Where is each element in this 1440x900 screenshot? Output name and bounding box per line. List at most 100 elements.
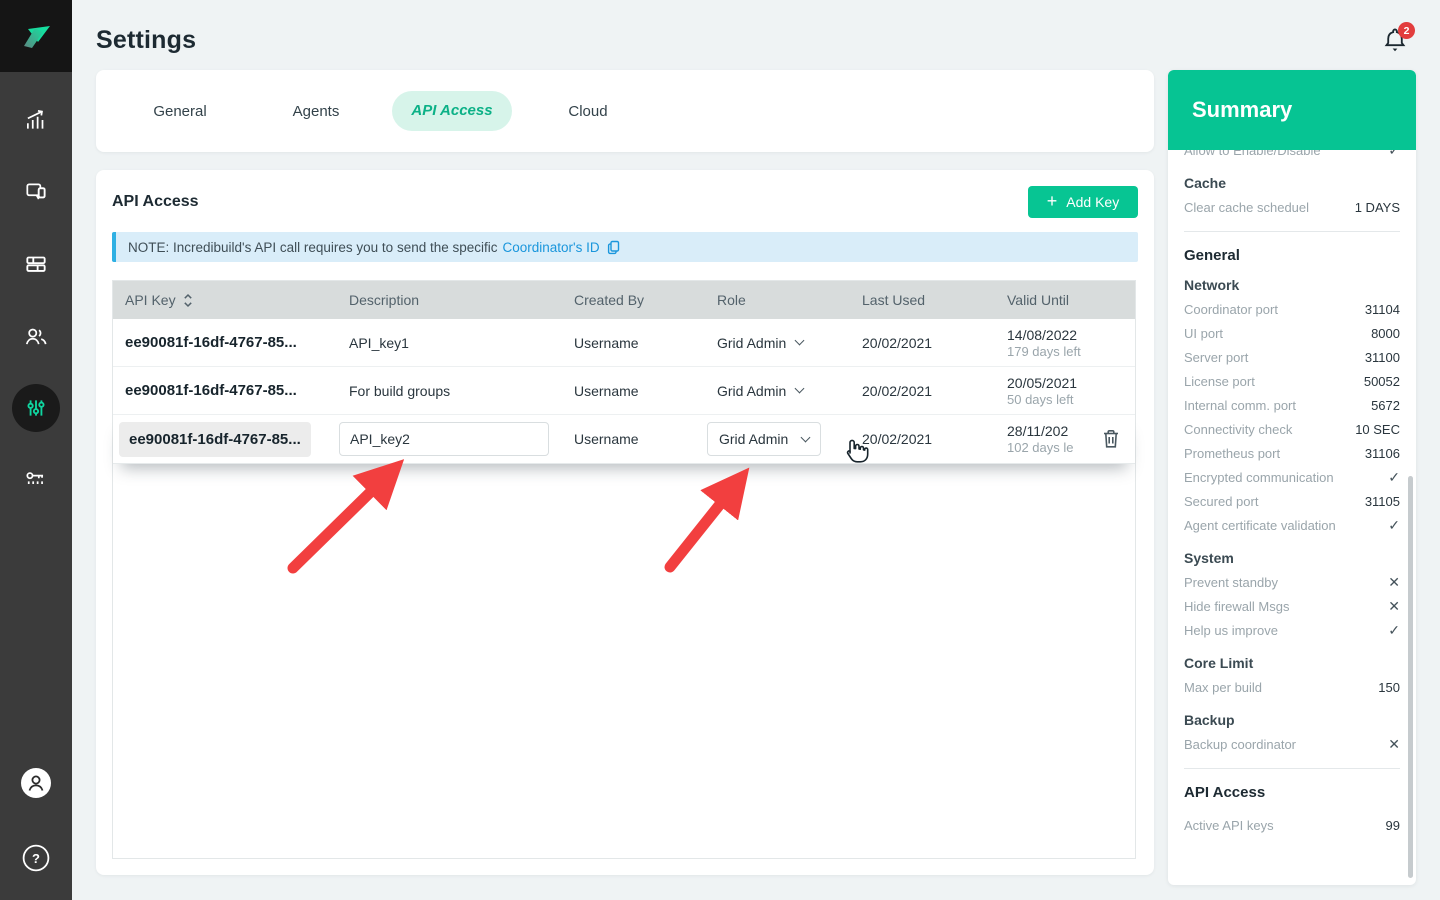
summary-group-title: Core Limit [1184,655,1400,671]
copy-icon[interactable] [606,239,621,255]
tab-general[interactable]: General [112,103,248,120]
summary-row-label: License port [1184,374,1255,389]
sidebar-item-settings[interactable] [12,384,60,432]
valid-until-cell: 20/05/2021 50 days left [1007,374,1135,408]
summary-row-label: Allow to Enable/Disable [1184,150,1321,158]
api-access-panel: API Access + Add Key NOTE: Incredibuild'… [96,170,1154,875]
table-row: ee90081f-16df-4767-85... API_key1 Userna… [113,319,1135,367]
summary-clipped-row: Allow to Enable/Disable✓ [1184,150,1400,162]
summary-row: Max per build150 [1184,675,1400,699]
summary-row: License port 50052 [1184,369,1400,393]
tab-cloud[interactable]: Cloud [520,103,656,120]
summary-row-label: Hide firewall Msgs [1184,599,1289,614]
summary-row-label: Agent certificate validation [1184,518,1336,533]
help-icon: ? [22,844,50,872]
summary-row-label: Active API keys [1184,818,1274,833]
role-dropdown[interactable]: Grid Admin [717,383,862,399]
description-cell: API_key1 [349,335,574,351]
summary-row-value: 8000 [1371,326,1400,341]
chevron-down-icon [795,384,805,394]
users-icon [23,323,49,349]
created-by-cell: Username [574,335,717,351]
builds-icon [23,251,49,277]
summary-group-title: Cache [1184,175,1400,191]
user-avatar[interactable] [20,767,52,804]
summary-row: Clear cache scheduel1 DAYS [1184,195,1400,219]
summary-row: Prometheus port31106 [1184,441,1400,465]
summary-section-title: API Access [1184,784,1400,801]
summary-row-label: Clear cache scheduel [1184,200,1309,215]
last-used-cell: 20/02/2021 [862,383,1007,399]
panel-header: API Access + Add Key [96,170,1154,218]
sidebar-nav [0,92,72,508]
cross-icon: ✕ [1388,574,1400,591]
column-api-key[interactable]: API Key [125,292,349,308]
sidebar-bottom: ? [0,767,72,890]
summary-title: Summary [1168,70,1416,150]
last-used-cell: 20/02/2021 [862,431,1007,447]
cross-icon: ✕ [1388,598,1400,615]
summary-row-value: 31100 [1365,350,1400,365]
summary-row-label: Help us improve [1184,623,1278,638]
chevron-down-icon [795,336,805,346]
summary-row: UI port 8000 [1184,321,1400,345]
summary-row: Connectivity check10 SEC [1184,417,1400,441]
summary-row-label: Connectivity check [1184,422,1292,437]
summary-divider [1184,768,1400,769]
trash-icon [1101,428,1121,450]
description-input[interactable] [339,422,549,456]
summary-row: Agent certificate validation✓ [1184,513,1400,537]
summary-row: Internal comm. port 5672 [1184,393,1400,417]
valid-until-cell: 14/08/2022 179 days left [1007,326,1135,360]
api-key-cell: ee90081f-16df-4767-85... [125,382,349,399]
delete-key-button[interactable] [1101,428,1121,453]
api-keys-table: API Key Description Created By Role Last… [112,280,1136,859]
settings-tabs: General Agents API Access Cloud [96,70,1154,152]
coordinator-id-link[interactable]: Coordinator's ID [503,240,600,255]
tab-agents[interactable]: Agents [248,103,384,120]
chevron-down-icon [801,432,811,442]
summary-row-value: 5672 [1371,398,1400,413]
summary-row-label: Server port [1184,350,1248,365]
sidebar-item-license[interactable] [8,452,64,508]
add-key-button[interactable]: + Add Key [1028,186,1138,218]
valid-until-cell: 28/11/202 102 days le [1007,422,1081,456]
api-key-cell: ee90081f-16df-4767-85... [125,334,349,351]
summary-row: Coordinator port31104 [1184,297,1400,321]
license-key-icon [23,467,49,493]
table-row-editing: ee90081f-16df-4767-85... Username Grid A… [113,415,1135,464]
summary-row-label: Max per build [1184,680,1262,695]
summary-row: Encrypted communication✓ [1184,465,1400,489]
analytics-icon [23,107,49,133]
notifications-button[interactable]: 2 [1382,26,1416,60]
cross-icon: ✕ [1388,736,1400,753]
page-title: Settings [96,26,196,55]
summary-row-label: Prevent standby [1184,575,1278,590]
column-role: Role [717,292,862,308]
help-button[interactable]: ? [22,844,50,877]
sidebar-item-agents[interactable] [8,164,64,220]
role-select[interactable]: Grid Admin [707,422,821,456]
sidebar-item-users[interactable] [8,308,64,364]
summary-row-label: Prometheus port [1184,446,1280,461]
role-dropdown[interactable]: Grid Admin [717,335,862,351]
column-description: Description [349,292,574,308]
summary-row: Help us improve ✓ [1184,618,1400,642]
summary-scrollbar[interactable] [1408,476,1413,878]
sidebar-item-analytics[interactable] [8,92,64,148]
summary-panel: Summary Allow to Enable/Disable✓CacheCle… [1168,70,1416,885]
summary-row-label: UI port [1184,326,1223,341]
check-icon: ✓ [1388,622,1400,639]
note-text: NOTE: Incredibuild's API call requires y… [128,240,498,255]
sidebar-item-builds[interactable] [8,236,64,292]
summary-row-label: Backup coordinator [1184,737,1296,752]
column-created-by: Created By [574,292,717,308]
summary-row: Prevent standby ✕ [1184,570,1400,594]
summary-row-value: 31105 [1365,494,1400,509]
summary-row-value: 50052 [1364,374,1400,389]
summary-group-title: Network [1184,277,1400,293]
summary-row-label: Internal comm. port [1184,398,1296,413]
tab-api-access[interactable]: API Access [392,91,512,131]
panel-title: API Access [112,193,199,211]
summary-row-label: Coordinator port [1184,302,1278,317]
